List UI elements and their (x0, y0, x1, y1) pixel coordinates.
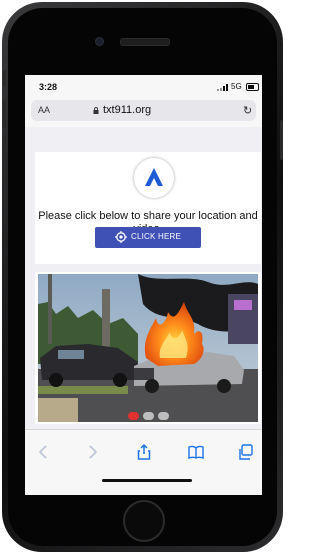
power-button (280, 120, 283, 160)
car-fire-image (38, 274, 258, 422)
bookmarks-icon[interactable] (187, 443, 205, 461)
volume-up-button (3, 100, 6, 128)
video-feed[interactable] (38, 274, 258, 422)
home-button[interactable] (123, 500, 165, 542)
forward-icon[interactable] (83, 443, 101, 461)
page-content: Please click below to share your locatio… (25, 127, 262, 429)
lock-icon (93, 107, 99, 114)
earpiece-speaker (120, 38, 170, 46)
click-here-label: CLICK HERE (131, 232, 182, 241)
mute-switch (3, 70, 6, 86)
status-bar: 3:28 5G (25, 75, 262, 97)
txt911-logo (134, 158, 174, 198)
address-bar[interactable]: AA txt911.org ↻ (31, 100, 256, 121)
status-time: 3:28 (39, 82, 58, 92)
location-target-icon (115, 231, 127, 243)
volume-down-button (3, 135, 6, 163)
video-card (35, 272, 261, 424)
battery-icon (246, 83, 259, 91)
screen: 3:28 5G AA txt911.org ↻ Please click bel… (25, 75, 262, 495)
back-icon[interactable] (35, 443, 53, 461)
home-indicator[interactable] (102, 479, 192, 482)
camera-icon[interactable] (158, 412, 169, 420)
address-bar-area: AA txt911.org ↻ (25, 97, 262, 128)
text-size-button[interactable]: AA (38, 105, 50, 115)
front-camera (95, 37, 104, 46)
url-text[interactable]: txt911.org (103, 104, 151, 116)
click-here-button[interactable]: CLICK HERE (95, 227, 201, 248)
browser-toolbar (25, 429, 262, 495)
record-icon[interactable] (128, 412, 139, 420)
share-icon[interactable] (135, 443, 153, 461)
stop-icon[interactable] (143, 412, 154, 420)
signal-icon (217, 84, 229, 91)
tabs-icon[interactable] (237, 443, 255, 461)
network-type: 5G (231, 82, 242, 91)
reload-icon[interactable]: ↻ (243, 104, 252, 117)
